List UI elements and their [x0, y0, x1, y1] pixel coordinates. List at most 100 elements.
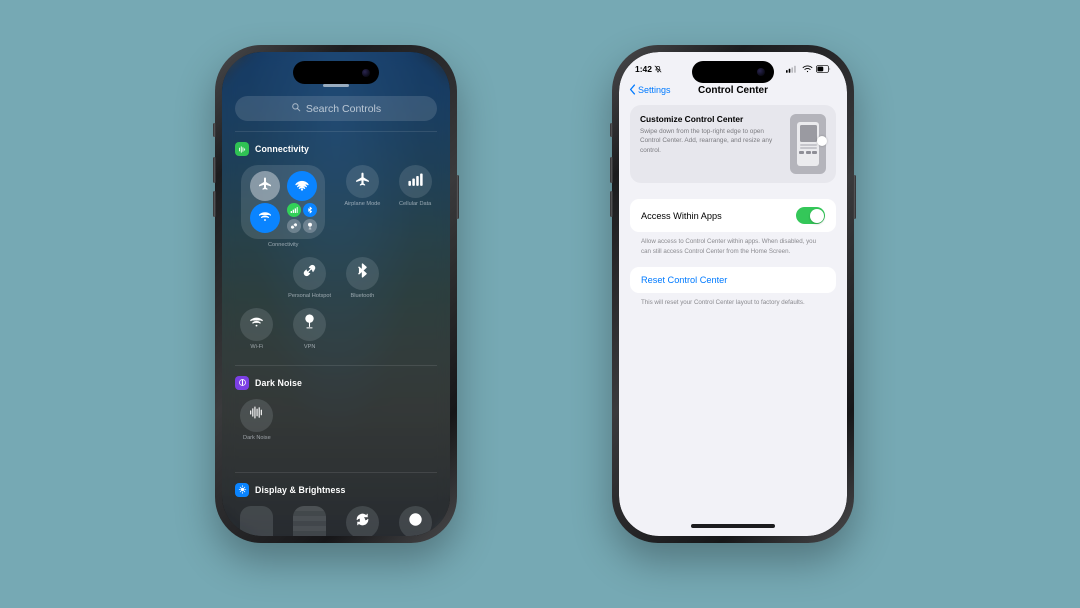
airplane-icon [257, 176, 273, 197]
airplane-mode-toggle[interactable] [249, 171, 280, 201]
settings-screen: 1:42 Settings Control Center Customize C… [619, 52, 847, 536]
volume-down-button[interactable] [213, 191, 216, 217]
control-orientation-lock[interactable]: Orientation Lock [341, 505, 385, 536]
control-center-scroll[interactable]: Search Controls Connectivity Connectivit… [222, 80, 450, 536]
wifi-icon [257, 208, 273, 229]
customize-control-center-card: Customize Control Center Swipe down from… [630, 105, 836, 183]
control-volume-slider[interactable] [288, 505, 332, 536]
section-header-display-brightness: Display & Brightness [235, 482, 437, 497]
control-screen-recording[interactable]: Screen Recording [393, 505, 437, 536]
search-icon [291, 102, 301, 115]
divider [235, 131, 437, 132]
display-brightness-grid: Orientation Lock Screen Recording [235, 505, 437, 536]
hotspot-icon [301, 262, 318, 284]
settings-phone: 1:42 Settings Control Center Customize C… [610, 45, 856, 543]
wifi-toggle[interactable] [249, 203, 280, 233]
drag-handle-dot [817, 136, 827, 146]
battery-icon [816, 64, 831, 73]
bell-slash-icon [654, 65, 662, 73]
control-label: Dark Noise [243, 434, 271, 441]
dark-noise-app-icon [235, 375, 249, 390]
control-label: Wi-Fi [250, 343, 264, 350]
control-personal-hotspot[interactable]: Personal Hotspot [288, 256, 332, 300]
connectivity-mini-group [286, 203, 317, 235]
home-indicator[interactable] [691, 524, 775, 528]
hotspot-icon [290, 217, 298, 235]
settings-content: Customize Control Center Swipe down from… [619, 105, 847, 536]
bluetooth-icon [354, 262, 371, 284]
volume-slider[interactable] [293, 505, 327, 536]
section-title: Connectivity [255, 144, 309, 154]
power-button[interactable] [853, 175, 856, 219]
control-bluetooth[interactable]: Bluetooth [341, 256, 385, 300]
status-time: 1:42 [635, 63, 653, 74]
phone-drag-illustration [790, 114, 827, 174]
back-button-settings[interactable]: Settings [629, 83, 671, 97]
brightness-slider[interactable] [240, 505, 274, 536]
screen-recording-icon [407, 511, 424, 533]
control-label: Cellular Data [398, 201, 432, 207]
control-connectivity-module[interactable]: Connectivity [235, 165, 332, 249]
access-within-apps-toggle[interactable] [796, 207, 825, 224]
vpn-icon [306, 217, 314, 235]
control-dark-noise[interactable]: Dark Noise [235, 398, 279, 442]
section-title: Dark Noise [255, 377, 302, 388]
cellular-bars-icon [786, 65, 799, 73]
dynamic-island [293, 61, 379, 84]
control-label: Bluetooth [350, 292, 375, 299]
back-button-label: Settings [638, 85, 671, 95]
control-label: Personal Hotspot [288, 292, 332, 299]
control-wifi[interactable]: Wi-Fi [235, 307, 279, 351]
search-controls-field[interactable]: Search Controls [235, 96, 437, 121]
airdrop-toggle[interactable] [286, 171, 317, 201]
reset-control-center-footnote: This will reset your Control Center layo… [641, 299, 805, 307]
control-airplane-mode[interactable]: Airplane Mode [341, 165, 385, 249]
access-within-apps-row[interactable]: Access Within Apps [630, 199, 836, 232]
search-placeholder: Search Controls [305, 102, 382, 115]
reset-control-center-row[interactable]: Reset Control Center [630, 267, 836, 294]
control-label: Airplane Mode [344, 201, 381, 207]
airplane-icon [354, 171, 371, 193]
control-cellular-data[interactable]: Cellular Data [393, 165, 437, 249]
access-within-apps-footnote: Allow access to Control Center within ap… [641, 238, 817, 255]
wifi-icon [248, 313, 265, 335]
volume-down-button[interactable] [610, 191, 613, 217]
connectivity-grid: Connectivity Airplane Mode Cellular Data… [235, 165, 437, 351]
control-vpn[interactable]: VPN [288, 307, 332, 351]
volume-up-button[interactable] [213, 157, 216, 183]
vpn-icon [301, 313, 318, 335]
control-brightness-slider[interactable] [235, 505, 279, 536]
bluetooth-toggle[interactable] [302, 203, 317, 217]
control-label: VPN [303, 343, 316, 350]
cellular-bars-icon [407, 171, 424, 193]
status-bar: 1:42 [619, 52, 847, 79]
airdrop-icon [294, 176, 310, 197]
wifi-icon [802, 65, 813, 73]
mute-switch[interactable] [610, 123, 613, 137]
divider [235, 471, 437, 473]
reset-control-center-label: Reset Control Center [641, 275, 728, 286]
waveform-icon [248, 404, 265, 426]
promo-title: Customize Control Center [640, 114, 744, 124]
section-header-dark-noise: Dark Noise [235, 375, 437, 390]
section-header-connectivity: Connectivity [235, 142, 437, 156]
control-center-screen: Search Controls Connectivity Connectivit… [222, 52, 450, 536]
orientation-lock-icon [354, 511, 371, 533]
divider [235, 364, 437, 366]
section-title: Display & Brightness [255, 484, 346, 495]
volume-up-button[interactable] [610, 157, 613, 183]
control-center-phone: Search Controls Connectivity Connectivit… [213, 45, 459, 543]
control-label: Connectivity [268, 242, 299, 248]
mute-switch[interactable] [213, 123, 216, 137]
vpn-toggle[interactable] [302, 217, 317, 235]
front-camera-icon [362, 68, 370, 77]
dark-noise-grid: Dark Noise [235, 398, 437, 442]
cellular-data-toggle[interactable] [286, 203, 301, 217]
display-brightness-app-icon [235, 482, 249, 497]
chevron-left-icon [629, 83, 636, 97]
promo-description: Swipe down from the top-right edge to op… [640, 128, 773, 154]
personal-hotspot-toggle[interactable] [286, 217, 301, 235]
power-button[interactable] [456, 175, 459, 219]
access-within-apps-label: Access Within Apps [641, 210, 722, 221]
drag-grabber[interactable] [323, 84, 349, 87]
